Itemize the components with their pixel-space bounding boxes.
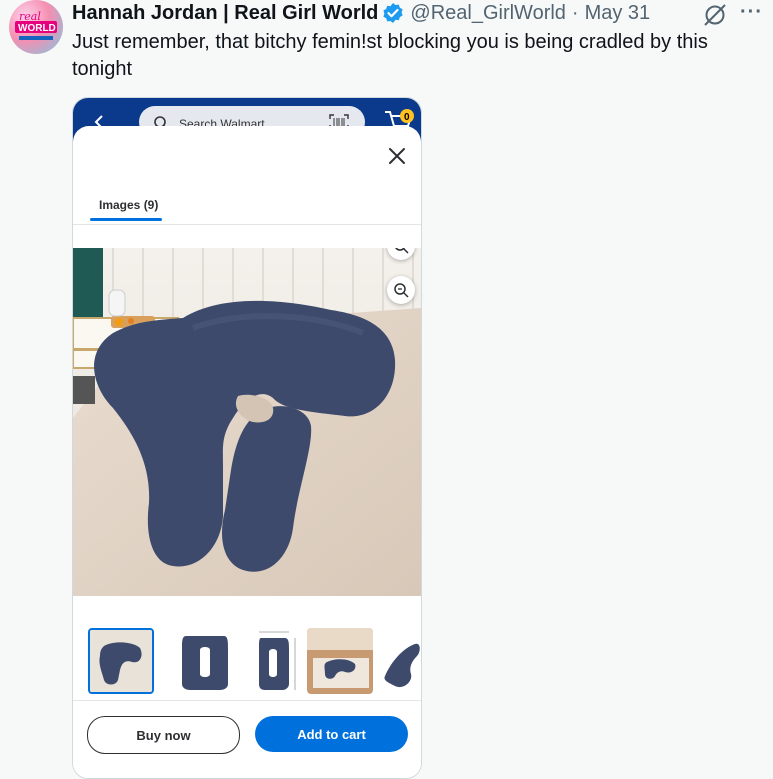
zoom-in-icon	[395, 248, 409, 254]
author-name[interactable]: Hannah Jordan | Real Girl World	[72, 2, 378, 25]
product-main-image[interactable]	[73, 248, 421, 596]
author-handle[interactable]: @Real_GirlWorld	[410, 2, 566, 25]
cart-count: 0	[404, 112, 410, 123]
divider	[73, 700, 421, 701]
tweet-date[interactable]: May 31	[585, 2, 651, 25]
close-icon[interactable]	[385, 144, 409, 168]
tweet-media[interactable]: Search Walmart 0 Images (9) Buy now Add …	[72, 97, 422, 779]
thumbnail-5[interactable]	[381, 628, 421, 694]
divider	[73, 224, 421, 225]
thumbnail-4[interactable]	[307, 628, 373, 694]
more-options-icon[interactable]: ···	[740, 1, 763, 24]
zoom-out-icon	[394, 283, 409, 298]
tweet-header: Hannah Jordan | Real Girl World @Real_Gi…	[72, 0, 650, 26]
tab-images[interactable]: Images (9)	[99, 198, 158, 212]
tab-underline	[90, 218, 162, 221]
verified-badge-icon	[382, 2, 404, 24]
avatar-text-2: WORLD	[18, 23, 56, 34]
zoom-out-button[interactable]	[387, 276, 415, 304]
buy-now-button[interactable]: Buy now	[87, 716, 240, 754]
image-viewer-sheet: Images (9) Buy now Add to cart	[73, 126, 421, 778]
thumbnail-2[interactable]	[172, 628, 238, 694]
author-avatar[interactable]: real WORLD	[9, 0, 63, 54]
separator-dot: ·	[571, 1, 579, 24]
thumbnail-3[interactable]	[245, 628, 311, 694]
tweet-text: Just remember, that bitchy femin!st bloc…	[72, 31, 708, 80]
thumbnail-1[interactable]	[88, 628, 154, 694]
add-to-cart-button[interactable]: Add to cart	[255, 716, 408, 752]
